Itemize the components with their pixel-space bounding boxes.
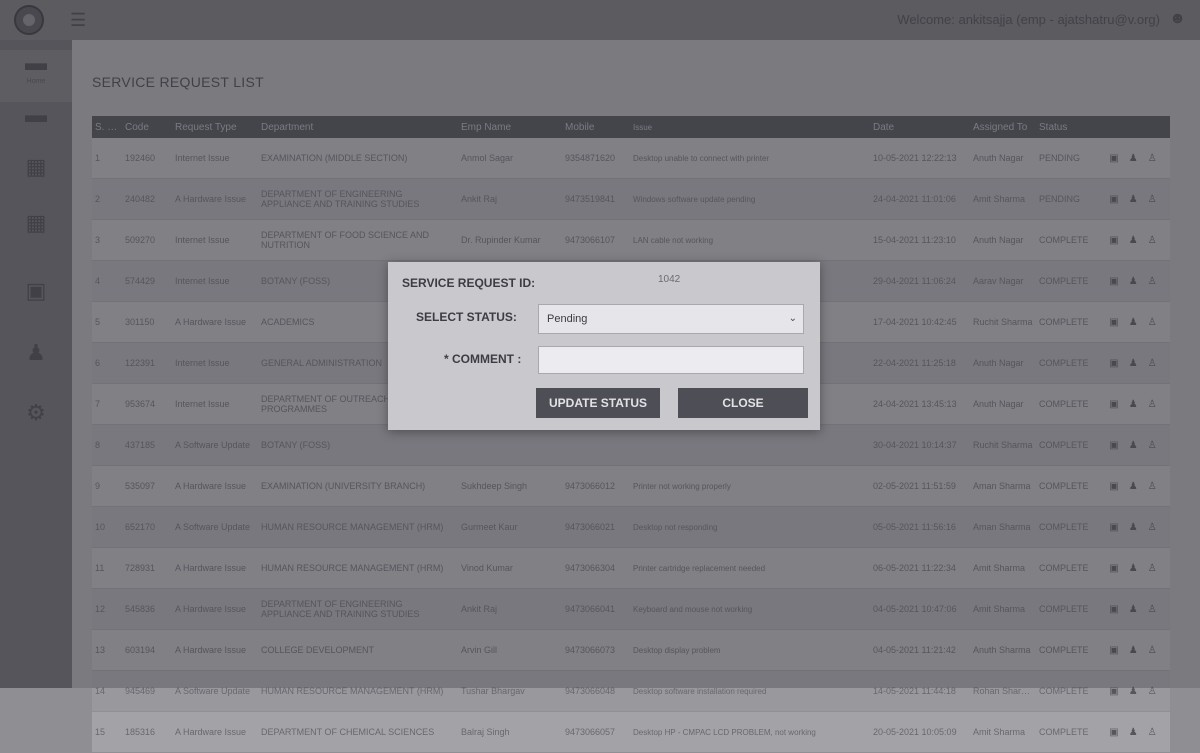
table-cell: 20-05-2021 10:05:09	[873, 727, 957, 737]
person-icon[interactable]: ♟	[1129, 727, 1138, 738]
table-cell: Amit Sharma	[973, 727, 1026, 737]
table-cell: 9473066057	[565, 727, 616, 737]
close-button[interactable]: CLOSE	[678, 388, 808, 418]
request-id-value: 1042	[658, 274, 681, 285]
row-actions: ▣ ♟ ♙	[1096, 727, 1170, 738]
comment-field[interactable]	[538, 346, 804, 374]
table-cell: COMPLETE	[1039, 727, 1089, 737]
table-cell: Desktop HP - CMPAC LCD PROBLEM, not work…	[633, 727, 816, 737]
status-label: SELECT STATUS:	[416, 310, 517, 324]
person-alt-icon[interactable]: ♙	[1148, 727, 1157, 738]
edit-icon[interactable]: ▣	[1109, 727, 1118, 738]
table-row[interactable]: 15 185316 A Hardware Issue DEPARTMENT OF CH…	[92, 712, 1170, 753]
comment-label: * COMMENT :	[444, 352, 522, 366]
update-status-button[interactable]: UPDATE STATUS	[536, 388, 660, 418]
request-id-label: SERVICE REQUEST ID:	[402, 276, 536, 290]
status-select-value: Pending	[547, 313, 588, 325]
table-cell: 15	[95, 727, 106, 737]
table-cell: A Hardware Issue	[175, 727, 247, 737]
table-cell: DEPARTMENT OF CHEMICAL SCIENCES	[261, 727, 435, 737]
status-select[interactable]: Pending ⌄	[538, 304, 804, 334]
chevron-down-icon: ⌄	[788, 313, 797, 324]
table-cell: Balraj Singh	[461, 727, 510, 737]
update-status-modal: SERVICE REQUEST ID: 1042 SELECT STATUS: …	[388, 262, 820, 430]
table-cell: 185316	[125, 727, 156, 737]
